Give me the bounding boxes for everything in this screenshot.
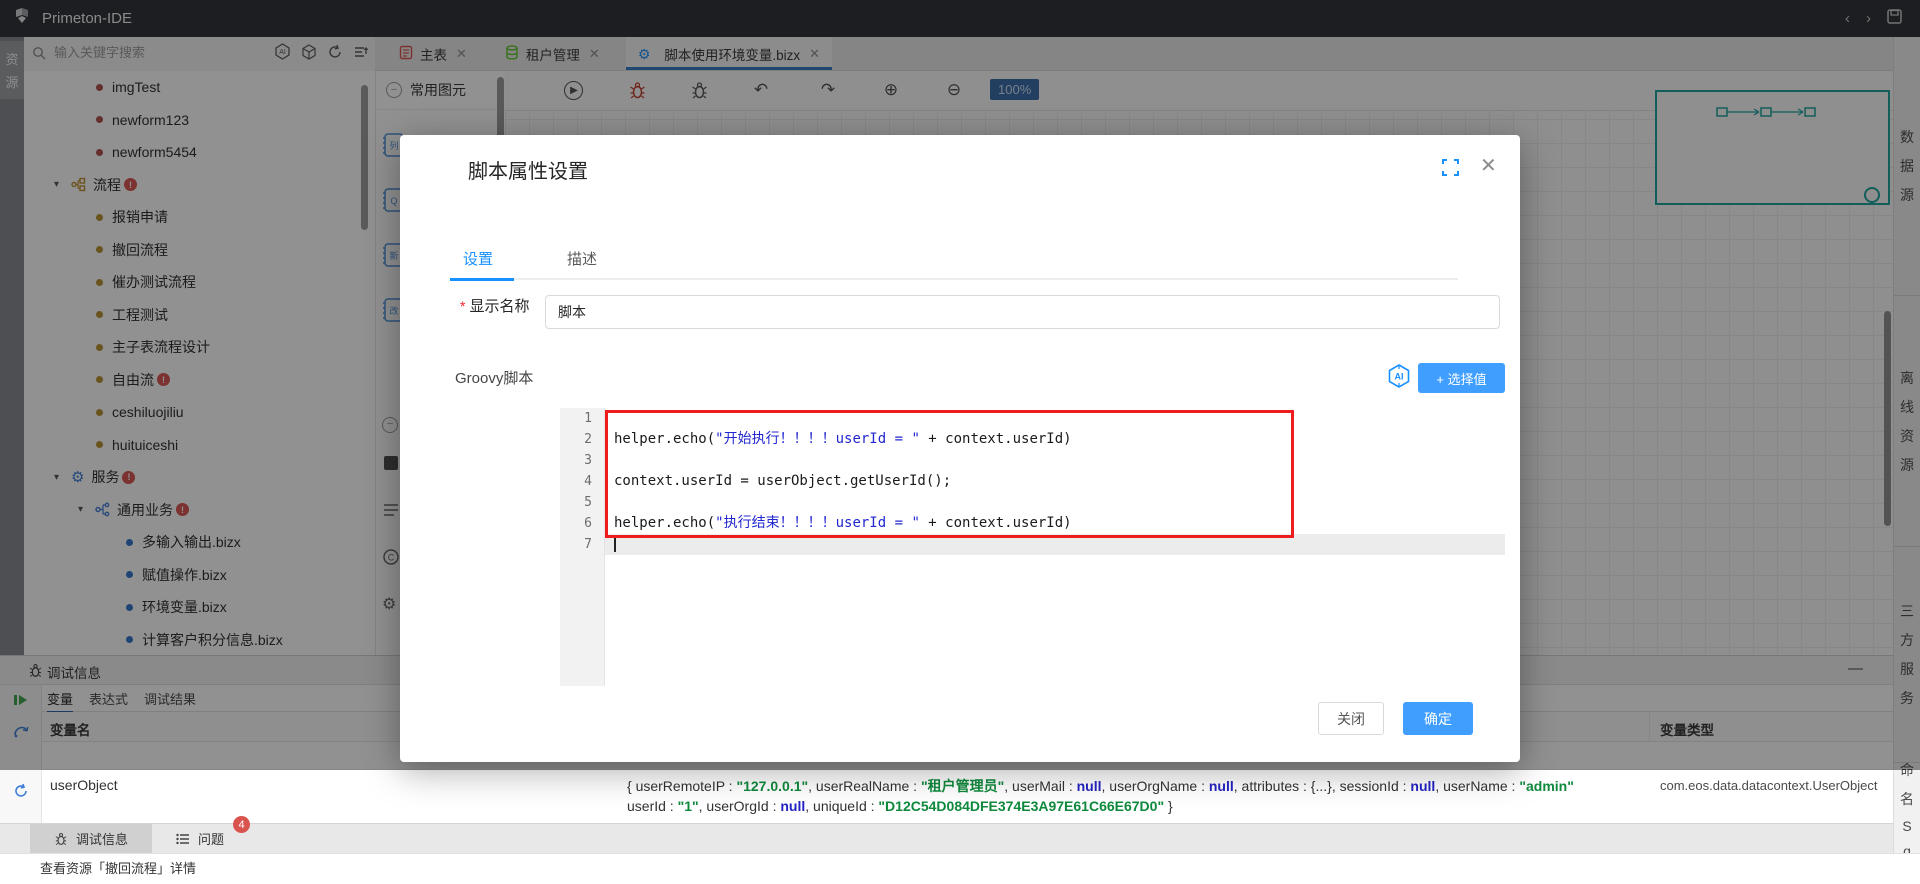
value-text: { userRemoteIP : (627, 778, 736, 794)
editor-line-number: 6 (560, 513, 604, 534)
editor-code-line[interactable] (605, 408, 1505, 429)
app-window: Primeton-IDE ‹ › 资源 AI (0, 0, 1920, 880)
value-text: } (1164, 798, 1173, 814)
editor-code-line[interactable] (605, 534, 1505, 555)
editor-code-line[interactable]: helper.echo("开始执行！！！！userId = " + contex… (605, 429, 1505, 450)
display-name-label: 显示名称 (469, 295, 529, 316)
status-text: 查看资源「撤回流程」详情 (40, 858, 196, 877)
code-string: "开始执行！！！！userId = " (715, 431, 920, 447)
value-text: , userRealName : (808, 778, 921, 794)
code-text: helper.echo( (614, 515, 715, 531)
editor-code-line[interactable]: helper.echo("执行结束！！！！userId = " + contex… (605, 513, 1505, 534)
dialog-title: 脚本属性设置 (468, 155, 588, 184)
code-text: + context.userId) (920, 515, 1072, 531)
code-string: "执行结束！！！！userId = " (715, 515, 920, 531)
editor-code-line[interactable]: context.userId = userObject.getUserId(); (605, 471, 1505, 492)
editor-line-number: 4 (560, 471, 604, 492)
ai-generate-icon[interactable]: AI (1386, 363, 1412, 394)
variable-name: userObject (42, 770, 615, 823)
editor-code-line[interactable] (605, 450, 1505, 471)
value-text: userId : (627, 798, 678, 814)
bottom-tabbar: 调试信息 问题 4 (0, 823, 1893, 853)
value-text: , uniqueId : (805, 798, 878, 814)
editor-line-number: 1 (560, 408, 604, 429)
editor-line-number: 2 (560, 429, 604, 450)
fullscreen-icon[interactable] (1442, 159, 1459, 181)
text-cursor (614, 537, 616, 552)
list-icon (176, 833, 190, 845)
editor-code-line[interactable] (605, 492, 1505, 513)
svg-text:AI: AI (1395, 372, 1404, 382)
statusbar: 查看资源「撤回流程」详情 (0, 853, 1920, 881)
value-text: , userName : (1435, 778, 1519, 794)
tab-settings[interactable]: 设置 (463, 248, 493, 269)
value-str: "D12C54D084DFE374E3A97E61C66E67D0" (878, 798, 1164, 814)
variable-value: { userRemoteIP : "127.0.0.1", userRealNa… (615, 770, 1650, 823)
bottom-tab-label: 问题 (198, 829, 224, 848)
value-null: null (1077, 778, 1102, 794)
value-text: , userOrgName : (1102, 778, 1209, 794)
tab-description[interactable]: 描述 (567, 248, 597, 269)
dialog-tabs: 设置 描述 (463, 248, 597, 269)
editor-gutter: 1234567 (560, 408, 605, 686)
display-name-input[interactable] (545, 295, 1500, 329)
value-null: null (1209, 778, 1234, 794)
value-text: , userMail : (1004, 778, 1076, 794)
right-strip-label-char: S (1902, 818, 1911, 834)
value-text: , userOrgId : (699, 798, 781, 814)
value-str: "租户管理员" (921, 778, 1004, 794)
value-str: "1" (678, 798, 699, 814)
code-text: context.userId = userObject.getUserId(); (614, 473, 951, 489)
display-name-row: * 显示名称 (460, 295, 529, 316)
bug-icon (54, 832, 68, 846)
script-properties-dialog: 脚本属性设置 ✕ 设置 描述 * 显示名称 Groovy脚本 AI + 选择值 … (400, 135, 1520, 762)
code-text: helper.echo( (614, 431, 715, 447)
editor-line-number: 5 (560, 492, 604, 513)
value-str: "admin" (1519, 778, 1574, 794)
problems-count-badge: 4 (233, 816, 250, 833)
groovy-code-editor[interactable]: 1234567 helper.echo("开始执行！！！！userId = " … (560, 408, 1505, 686)
close-button[interactable]: 关闭 (1318, 702, 1384, 735)
select-value-button[interactable]: + 选择值 (1418, 363, 1505, 393)
editor-line-number: 3 (560, 450, 604, 471)
value-null: null (1410, 778, 1435, 794)
tab-ink-bar (450, 278, 514, 281)
editor-code-area[interactable]: helper.echo("开始执行！！！！userId = " + contex… (605, 408, 1505, 686)
editor-line-number: 7 (560, 534, 604, 555)
code-text: + context.userId) (920, 431, 1072, 447)
value-null: null (780, 798, 805, 814)
close-icon[interactable]: ✕ (1480, 153, 1497, 178)
ok-button[interactable]: 确定 (1403, 702, 1473, 735)
variable-value-line2: userId : "1", userOrgId : null, uniqueId… (627, 796, 1650, 816)
variable-value-line1: { userRemoteIP : "127.0.0.1", userRealNa… (627, 776, 1650, 796)
right-strip-label-char: 名 (1900, 789, 1914, 809)
value-text: , attributes : {...}, sessionId : (1234, 778, 1411, 794)
bottom-tab-label: 调试信息 (76, 829, 128, 848)
rerun-icon[interactable] (13, 783, 29, 804)
required-asterisk: * (460, 298, 465, 314)
tab-track (450, 278, 1458, 280)
variable-type: com.eos.data.datacontext.UserObject (1650, 770, 1893, 823)
bottom-tab-problems[interactable]: 问题 4 (152, 824, 248, 853)
value-str: "127.0.0.1" (736, 778, 808, 794)
table-row[interactable]: userObject { userRemoteIP : "127.0.0.1",… (42, 770, 1893, 823)
bottom-tab-debug-info[interactable]: 调试信息 (30, 824, 152, 853)
groovy-script-label: Groovy脚本 (455, 367, 533, 388)
